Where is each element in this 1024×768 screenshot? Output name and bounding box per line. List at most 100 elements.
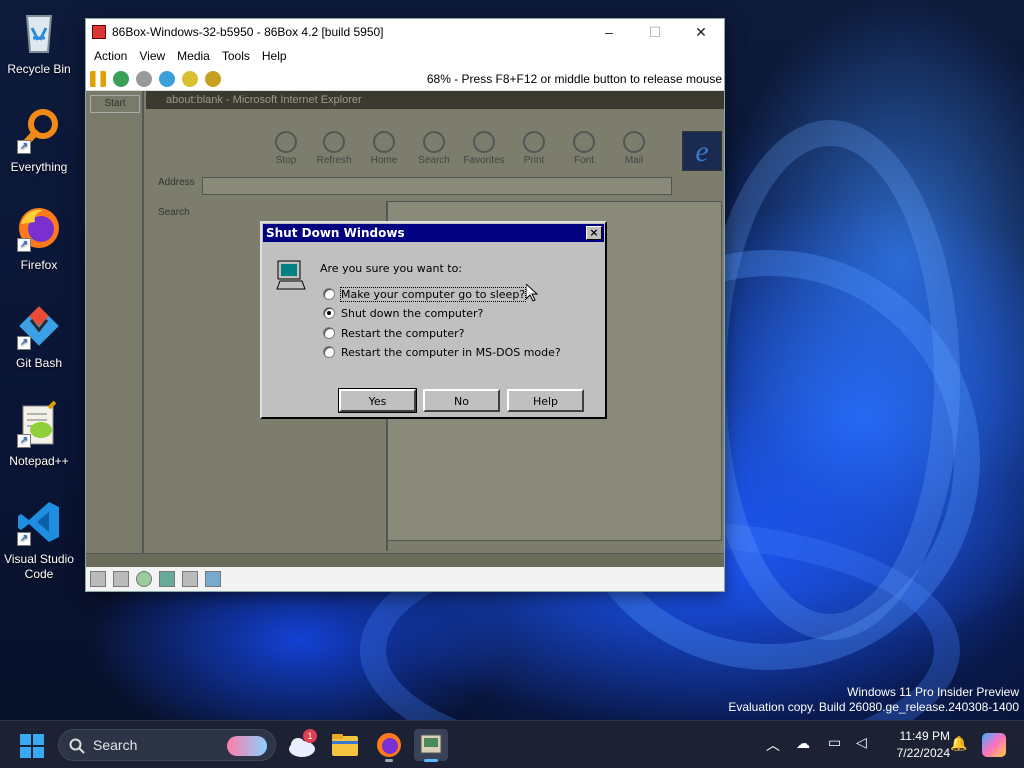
option-sleep[interactable]: Make your computer go to sleep? (323, 286, 527, 302)
search-icon (423, 131, 445, 153)
guest-ie-titlebar: about:blank - Microsoft Internet Explore… (146, 91, 724, 109)
menu-tools[interactable]: Tools (216, 49, 256, 63)
no-button[interactable]: No (423, 389, 500, 412)
taskbar-weather[interactable]: 1 (286, 729, 320, 761)
running-indicator (385, 759, 393, 762)
guest-search-button[interactable]: Search (412, 131, 456, 166)
internet-explorer-logo-icon: e (682, 131, 722, 171)
86box-app-icon (420, 734, 442, 754)
computer-icon (276, 259, 306, 293)
guest-address-input[interactable] (202, 177, 672, 195)
option-restart-msdos[interactable]: Restart the computer in MS-DOS mode? (323, 344, 561, 360)
volume-muted-icon[interactable]: ◁ (856, 734, 867, 768)
help-button[interactable]: Help (507, 389, 584, 412)
option-restart[interactable]: Restart the computer? (323, 325, 464, 341)
guest-refresh-button[interactable]: Refresh (312, 131, 356, 166)
floppy-drive-2-icon[interactable] (113, 571, 129, 587)
guest-stop-button[interactable]: Stop (264, 131, 308, 166)
desktop-icon-git-bash[interactable]: ↗ Git Bash (4, 302, 74, 371)
settings-icon[interactable] (205, 70, 221, 87)
emulator-titlebar[interactable]: 86Box-Windows-32-b5950 - 86Box 4.2 [buil… (86, 19, 724, 45)
menu-media[interactable]: Media (171, 49, 216, 63)
yes-button[interactable]: Yes (338, 388, 417, 413)
power-icon[interactable] (136, 70, 152, 87)
hard-disk-icon[interactable] (182, 571, 198, 587)
ctrl-alt-del-icon[interactable] (159, 70, 175, 87)
weather-badge: 1 (303, 729, 317, 743)
mail-icon (623, 131, 645, 153)
taskbar-firefox[interactable] (372, 729, 406, 762)
shortcut-arrow-icon: ↗ (17, 532, 31, 546)
folder-icon (332, 734, 358, 756)
guest-print-button[interactable]: Print (512, 131, 556, 166)
hard-reset-icon[interactable] (113, 70, 129, 87)
menu-action[interactable]: Action (88, 49, 133, 63)
network-icon[interactable] (159, 571, 175, 587)
favorites-icon (473, 131, 495, 153)
recycle-bin-icon (15, 8, 63, 56)
everything-search-icon: ↗ (15, 106, 63, 154)
ctrl-alt-esc-icon[interactable] (182, 70, 198, 87)
shortcut-arrow-icon: ↗ (17, 434, 31, 448)
guest-start-button[interactable]: Start (90, 95, 140, 113)
taskbar-86box[interactable] (414, 729, 448, 762)
emulator-menubar: Action View Media Tools Help (86, 45, 724, 67)
radio-shutdown[interactable] (323, 307, 335, 319)
search-icon (69, 738, 85, 754)
taskbar: Search 1 ︿ ☁ ▭ ◁ 11:49 PM 7/22/2024 🔔 (0, 720, 1024, 768)
notepad-plus-plus-icon: ↗ (15, 400, 63, 448)
radio-restart-msdos[interactable] (323, 346, 335, 358)
guest-address-bar: Address (158, 177, 678, 195)
desktop-icon-label: Everything (10, 160, 68, 174)
sound-icon[interactable] (205, 571, 221, 587)
taskbar-clock[interactable]: 11:49 PM 7/22/2024 (880, 728, 950, 762)
refresh-icon (323, 131, 345, 153)
firefox-icon: ↗ (15, 204, 63, 252)
cdrom-icon[interactable] (136, 571, 152, 587)
desktop-icon-label: Notepad++ (9, 454, 69, 468)
close-icon[interactable]: × (586, 226, 602, 240)
floppy-drive-icon[interactable] (90, 571, 106, 587)
menu-help[interactable]: Help (256, 49, 293, 63)
guest-font-button[interactable]: Font (562, 131, 606, 166)
guest-favorites-button[interactable]: Favorites (462, 131, 506, 166)
shortcut-arrow-icon: ↗ (17, 140, 31, 154)
option-shutdown[interactable]: Shut down the computer? (323, 305, 483, 321)
emulator-toolbar: 68% - Press F8+F12 or middle button to r… (86, 67, 724, 91)
guest-home-button[interactable]: Home (362, 131, 406, 166)
taskbar-search-box[interactable]: Search (58, 729, 276, 761)
desktop-icon-everything[interactable]: ↗ Everything (4, 106, 74, 175)
print-icon (523, 131, 545, 153)
font-icon (573, 131, 595, 153)
pause-icon[interactable] (90, 70, 106, 87)
desktop-icon-firefox[interactable]: ↗ Firefox (4, 204, 74, 273)
vscode-icon: ↗ (15, 498, 63, 546)
shortcut-arrow-icon: ↗ (17, 336, 31, 350)
firefox-icon (377, 733, 401, 757)
start-button[interactable] (20, 734, 44, 758)
taskbar-file-explorer[interactable] (328, 729, 362, 761)
minimize-button[interactable]: – (586, 19, 632, 45)
search-highlight-icon (227, 736, 267, 756)
maximize-button[interactable]: ☐ (632, 19, 678, 45)
close-button[interactable]: ✕ (678, 19, 724, 45)
shortcut-arrow-icon: ↗ (17, 238, 31, 252)
desktop-icon-vscode[interactable]: ↗ Visual Studio Code (4, 498, 74, 582)
stop-icon (275, 131, 297, 153)
network-icon[interactable]: ▭ (828, 734, 841, 768)
shutdown-prompt: Are you sure you want to: (320, 262, 463, 275)
show-hidden-icons-chevron-icon[interactable]: ︿ (766, 735, 780, 768)
desktop-icon-recycle-bin[interactable]: Recycle Bin (4, 8, 74, 77)
menu-view[interactable]: View (133, 49, 171, 63)
notification-bell-icon[interactable]: 🔔 (950, 735, 967, 768)
desktop-icon-notepad-plus-plus[interactable]: ↗ Notepad++ (4, 400, 74, 469)
shutdown-dialog-titlebar[interactable]: Shut Down Windows × (263, 224, 604, 242)
mouse-cursor-icon (526, 284, 538, 302)
emulator-title: 86Box-Windows-32-b5950 - 86Box 4.2 [buil… (112, 25, 384, 39)
guest-side-panel: Start (86, 91, 144, 569)
copilot-icon[interactable] (982, 733, 1006, 757)
radio-restart[interactable] (323, 327, 335, 339)
radio-sleep[interactable] (323, 288, 335, 300)
onedrive-icon[interactable]: ☁ (796, 735, 810, 768)
guest-mail-button[interactable]: Mail (612, 131, 656, 166)
